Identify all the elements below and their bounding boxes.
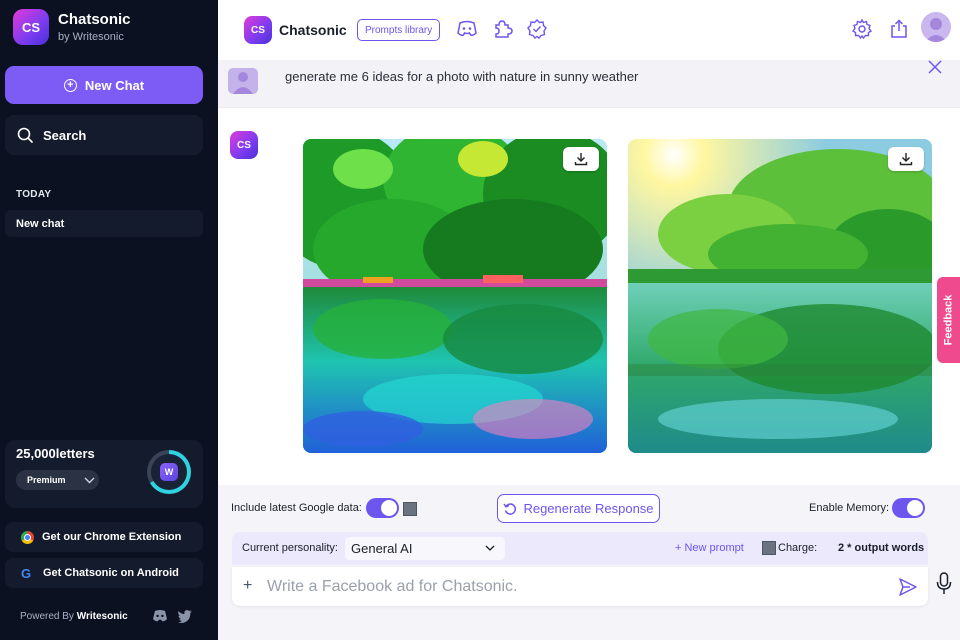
charge-value: 2 * output words — [838, 542, 925, 554]
search-label: Search — [43, 127, 87, 143]
chat-input[interactable] — [267, 574, 867, 600]
charge-indicator — [762, 541, 776, 555]
avatar[interactable] — [921, 12, 951, 42]
discord-icon[interactable] — [456, 18, 478, 40]
microphone-icon[interactable] — [936, 572, 952, 596]
search-icon — [17, 127, 33, 143]
download-icon — [574, 153, 588, 166]
section-today: TODAY — [16, 189, 52, 200]
plan-dropdown[interactable]: Premium — [16, 470, 99, 490]
share-icon[interactable] — [888, 18, 910, 40]
personality-label: Current personality: — [242, 542, 338, 554]
chrome-extension-link[interactable]: Get our Chrome Extension — [5, 522, 203, 552]
google-icon: G — [21, 565, 32, 581]
credits-amount: 25,000letters — [16, 446, 95, 461]
chrome-icon — [21, 530, 34, 544]
user-message-text: generate me 6 ideas for a photo with nat… — [285, 69, 639, 84]
send-icon[interactable] — [898, 577, 918, 597]
charge-label: Charge: — [778, 542, 818, 554]
regenerate-button[interactable]: Regenerate Response — [497, 494, 660, 523]
user-message-row: generate me 6 ideas for a photo with nat… — [218, 60, 960, 108]
page-title: Chatsonic — [279, 22, 347, 38]
regenerate-label: Regenerate Response — [523, 501, 654, 516]
generated-image-2[interactable] — [628, 139, 932, 453]
chat-area: generate me 6 ideas for a photo with nat… — [218, 60, 960, 485]
google-data-label: Include latest Google data: — [231, 502, 362, 514]
refresh-icon — [503, 502, 517, 515]
sidebar-chat-item[interactable]: New chat — [5, 210, 203, 237]
writesonic-logo-icon: W — [160, 463, 178, 481]
search-button[interactable]: Search — [5, 115, 203, 155]
memory-label: Enable Memory: — [809, 502, 890, 514]
composer: Include latest Google data: Regenerate R… — [218, 485, 960, 640]
new-prompt-link[interactable]: + New prompt — [675, 542, 744, 554]
twitter-icon[interactable] — [177, 609, 193, 623]
plus-circle-icon: + — [63, 78, 77, 92]
new-chat-button[interactable]: + New Chat — [5, 66, 203, 104]
forest-lake-image — [303, 139, 607, 453]
attach-plus-icon[interactable]: + — [243, 577, 252, 595]
download-button[interactable] — [563, 147, 599, 171]
bot-avatar: CS — [230, 131, 258, 159]
credits-card: 25,000letters Premium W — [5, 440, 203, 508]
brand-name: Chatsonic — [58, 11, 131, 28]
feedback-tab[interactable]: Feedback — [937, 277, 960, 363]
android-app-link[interactable]: G Get Chatsonic on Android — [5, 558, 203, 588]
chatsonic-logo: CS — [244, 16, 272, 44]
top-bar: CS Chatsonic Prompts library — [218, 0, 960, 60]
input-row: + — [232, 567, 928, 606]
google-data-toggle[interactable] — [366, 498, 399, 518]
close-icon[interactable] — [928, 60, 942, 74]
prompts-library-button[interactable]: Prompts library — [357, 19, 441, 41]
sidebar: CS Chatsonic by Writesonic + New Chat Se… — [0, 0, 218, 640]
discord-icon[interactable] — [152, 609, 168, 623]
personality-select[interactable]: General AI — [345, 537, 505, 560]
download-icon — [899, 153, 913, 166]
new-chat-label: New Chat — [84, 77, 145, 93]
user-silhouette-icon — [925, 18, 947, 42]
badge-settings-icon[interactable] — [526, 18, 548, 40]
plan-label: Premium — [27, 475, 66, 485]
powered-by: Powered By Writesonic — [20, 611, 128, 622]
feedback-label: Feedback — [942, 294, 955, 346]
personality-value: General AI — [351, 541, 413, 556]
chevron-down-icon — [84, 477, 95, 483]
gear-icon[interactable] — [851, 18, 873, 40]
user-silhouette-icon — [233, 72, 253, 94]
personality-bar: Current personality: General AI + New pr… — [232, 532, 928, 565]
generated-image-1[interactable] — [303, 139, 607, 453]
puzzle-icon[interactable] — [491, 18, 513, 40]
sunny-lake-image — [628, 139, 932, 453]
brand-subtitle: by Writesonic — [58, 31, 124, 43]
user-avatar — [228, 68, 258, 94]
chrome-extension-label: Get our Chrome Extension — [42, 531, 182, 543]
usage-ring: W — [147, 450, 191, 494]
google-data-checkbox[interactable] — [403, 502, 417, 516]
memory-toggle[interactable] — [892, 498, 925, 518]
chatsonic-logo: CS — [13, 9, 49, 45]
download-button[interactable] — [888, 147, 924, 171]
android-app-label: Get Chatsonic on Android — [43, 567, 179, 579]
chevron-down-icon — [485, 545, 495, 551]
